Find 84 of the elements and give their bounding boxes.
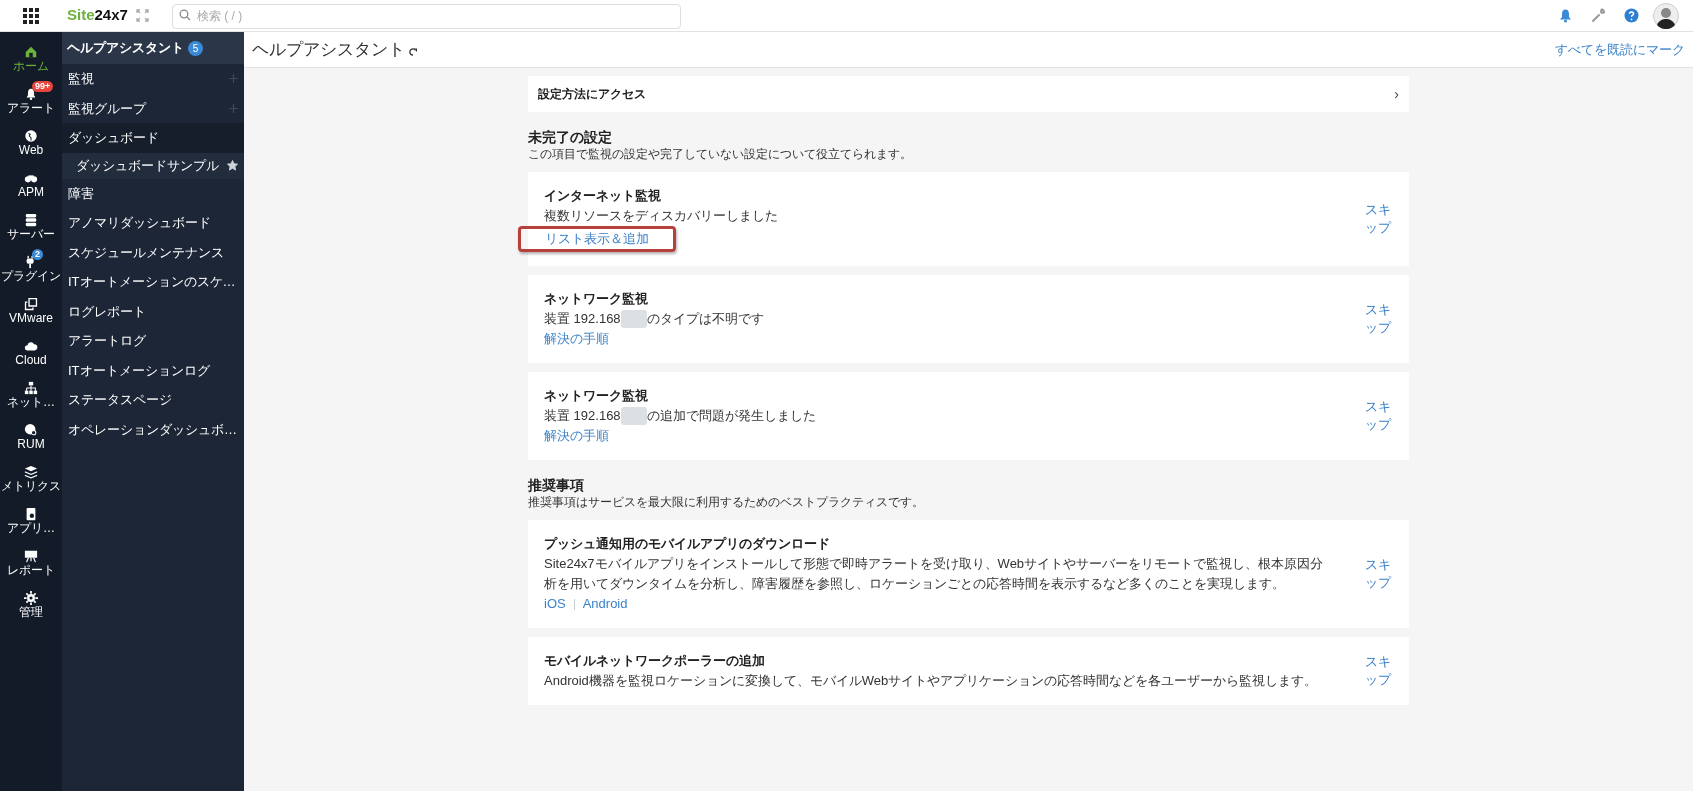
rail-item[interactable]: Web (0, 122, 62, 164)
page-title: ヘルプアシスタント (252, 38, 405, 61)
sidebar-item[interactable]: ITオートメーションログ (62, 355, 244, 385)
action-link[interactable]: iOS (544, 594, 566, 614)
action-link[interactable]: Android (582, 594, 628, 614)
sidebar-item[interactable]: アノマリダッシュボード (62, 208, 244, 238)
card-description: 複数リソースをディスカバリーしました (544, 207, 779, 225)
card-title: ネットワーク監視 (544, 290, 649, 308)
access-card[interactable]: 設定方法にアクセス › (528, 76, 1409, 112)
card-description: のタイプは不明です (646, 310, 764, 328)
sidebar-item[interactable]: オペレーションダッシュボ… (62, 414, 244, 444)
bell-icon[interactable] (1558, 8, 1573, 23)
card-description: 装置 192.168 (544, 310, 621, 328)
card-description: Android機器を監視ロケーションに変換して、モバイルWebサイトやアプリケーションの応答時間などを各ユーザーから監視します。 (544, 672, 1319, 690)
help-icon[interactable] (1624, 8, 1639, 23)
count-badge: 99+ (32, 81, 54, 92)
count-badge: 5 (188, 40, 203, 56)
section-description: この項目で監視の設定や完了していない設定について役立てられます。 (528, 146, 913, 162)
sidebar-title: ヘルプアシスタント (67, 39, 184, 58)
skip-link[interactable]: スキップ (1365, 398, 1393, 434)
home-icon (24, 45, 38, 59)
rail-item[interactable]: アプリ… (0, 500, 62, 542)
stacked-squares-icon (24, 297, 38, 311)
refresh-icon[interactable] (409, 47, 417, 56)
card-description: の追加で問題が発生しました (646, 407, 816, 425)
cloud-icon (24, 339, 38, 353)
sidebar-item[interactable]: 監視グループ (62, 93, 244, 123)
count-badge: 2 (32, 249, 43, 260)
section-title: 推奨事項 (528, 476, 585, 494)
sidebar-item[interactable]: 監視 (62, 64, 244, 94)
presentation-icon (24, 549, 38, 563)
sidebar-item[interactable]: ITオートメーションのスケ… (62, 267, 244, 297)
sidebar-item[interactable]: 障害 (62, 178, 244, 208)
card-title: モバイルネットワークポーラーの追加 (544, 652, 766, 670)
action-link[interactable]: 解決の手順 (544, 329, 609, 349)
sidebar-item[interactable]: ダッシュボード (62, 123, 244, 153)
rail-item[interactable]: 管理 (0, 584, 62, 626)
avatar-icon[interactable] (1653, 2, 1679, 29)
logo: Site24x7 (67, 5, 128, 26)
sidebar-item[interactable]: ステータスページ (62, 385, 244, 415)
card-description: 装置 192.168 (544, 407, 621, 425)
gear-icon (24, 591, 38, 605)
skip-link[interactable]: スキップ (1365, 301, 1393, 337)
chevron-icon: › (1394, 83, 1399, 105)
sidebar-item[interactable]: ログレポート (62, 296, 244, 326)
rail-item[interactable]: メトリクス (0, 458, 62, 500)
wrench-icon[interactable] (1591, 8, 1606, 23)
app-grid-icon[interactable] (23, 7, 39, 24)
rail-item[interactable]: ネット… (0, 374, 62, 416)
bell-icon (24, 87, 38, 101)
skip-link[interactable]: スキップ (1365, 201, 1393, 237)
document-icon (24, 507, 38, 521)
server-icon (24, 213, 38, 227)
rail-item[interactable]: サーバー (0, 206, 62, 248)
search-field[interactable]: 検索 ( / ) (171, 3, 681, 29)
rail-item[interactable]: レポート (0, 542, 62, 584)
search-icon (178, 9, 191, 21)
access-label: 設定方法にアクセス (538, 86, 646, 103)
rail-item[interactable]: Cloud (0, 332, 62, 374)
card-description: Site24x7モバイルアプリをインストールして形態で即時アラートを受け取り、Webサイトやサーバーをリモートで監視し、根本原因分析を用いてダウンタイムを分析し、障害履歴を参照し、ロケーションごとの応答時間を表示するなど多くのことを実現します。 (544, 555, 1325, 593)
rail-item[interactable]: アラート 99+ (0, 80, 62, 122)
card-title: ネットワーク監視 (544, 387, 649, 405)
action-link[interactable]: リスト表示＆追加 (545, 229, 649, 249)
section-title: 未完了の設定 (528, 128, 613, 146)
sidebar-subitem[interactable]: ダッシュボードサンプル (62, 152, 244, 179)
star-icon[interactable] (227, 160, 238, 171)
card-title: インターネット監視 (544, 187, 662, 205)
expand-icon[interactable] (135, 9, 149, 22)
section-description: 推奨事項はサービスを最大限に利用するためのベストプラクティスです。 (528, 494, 925, 510)
rail-item[interactable]: ホーム (0, 38, 62, 80)
rail-item[interactable]: VMware (0, 290, 62, 332)
mark-all-read-link[interactable]: すべてを既読にマーク (1555, 39, 1685, 60)
sidebar-item[interactable]: スケジュールメンテナンス (62, 237, 244, 267)
rail-item[interactable]: プラグイン 2 (0, 248, 62, 290)
rail-item[interactable]: RUM (0, 416, 62, 458)
network-icon (24, 381, 38, 395)
globe-icon (24, 129, 38, 143)
skip-link[interactable]: スキップ (1365, 653, 1393, 689)
card-title: プッシュ通知用のモバイルアプリのダウンロード (544, 535, 831, 553)
skip-link[interactable]: スキップ (1365, 556, 1393, 592)
rail-item[interactable]: APM (0, 164, 62, 206)
sidebar-item[interactable]: アラートログ (62, 326, 244, 356)
action-link[interactable]: 解決の手順 (544, 426, 609, 446)
layers-icon (24, 465, 38, 479)
